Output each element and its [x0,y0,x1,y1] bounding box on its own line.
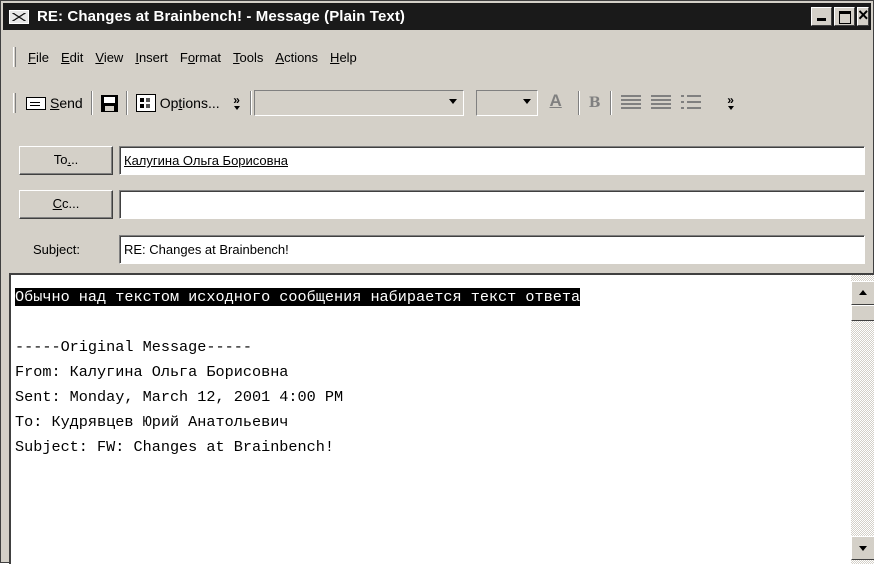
toolbar-separator [609,91,612,115]
align-center-icon[interactable] [650,95,671,111]
chevron-down-icon [233,106,240,110]
envelope-icon [9,9,29,24]
message-body[interactable]: Обычно над текстом исходного сообщения н… [9,273,874,564]
cc-row: Cc... [11,190,113,219]
menu-insert[interactable]: Insert [129,50,174,65]
subject-field[interactable]: RE: Changes at Brainbench! [119,235,865,264]
align-left-icon[interactable] [620,95,641,111]
menu-bar-grip[interactable] [13,47,16,67]
style-combo[interactable] [253,90,464,116]
menu-tools[interactable]: Tools [227,50,269,65]
send-icon [26,96,46,110]
to-button[interactable]: To... [19,146,113,175]
toolbar-separator [249,91,252,115]
window-title: RE: Changes at Brainbench! - Message (Pl… [37,8,406,25]
cc-field[interactable] [119,190,865,219]
window-controls [811,5,869,26]
menu-bar: File Edit View Insert Format Tools Actio… [3,45,363,69]
chevron-more-icon: » [233,93,240,107]
body-line: To: Кудрявцев Юрий Анатольевич [15,413,289,431]
options-button[interactable]: Options... [132,90,224,116]
vertical-scrollbar[interactable] [851,275,874,564]
standard-toolbar: Send Options... » A B » [3,85,871,121]
subject-row: Subject: [11,235,113,264]
options-icon [135,94,156,112]
send-button[interactable]: Send [22,90,87,116]
title-bar[interactable]: RE: Changes at Brainbench! - Message (Pl… [3,3,871,30]
dropdown-arrow-icon [522,99,531,104]
toolbar-separator [125,91,128,115]
maximize-button[interactable] [834,7,855,26]
menu-file[interactable]: File [22,50,55,65]
menu-format[interactable]: Format [174,50,227,65]
dropdown-arrow-icon [448,99,457,104]
to-field[interactable]: Калугина Ольга Борисовна [119,146,865,175]
font-size-combo[interactable] [475,90,538,116]
message-window: RE: Changes at Brainbench! - Message (Pl… [0,0,874,564]
toolbar-more-button[interactable]: » [224,90,250,116]
chevron-more-icon: » [727,93,734,107]
body-line: -----Original Message----- [15,338,252,356]
scroll-thumb[interactable] [851,305,874,321]
toolbar-separator [90,91,93,115]
menu-actions[interactable]: Actions [269,50,324,65]
chevron-down-icon [727,106,734,110]
menu-help[interactable]: Help [324,50,363,65]
minimize-button[interactable] [811,7,832,26]
options-label: Options... [159,95,220,111]
body-line: Subject: FW: Changes at Brainbench! [15,438,334,456]
bold-icon[interactable]: B [584,95,606,111]
message-body-text[interactable]: Обычно над текстом исходного сообщения н… [15,285,581,460]
menu-view[interactable]: View [89,50,129,65]
toolbar-more-button-2[interactable]: » [720,90,742,116]
subject-label: Subject: [33,242,80,257]
scroll-down-button[interactable] [851,536,874,560]
save-button[interactable] [97,90,122,116]
send-label: Send [50,95,83,111]
body-line: Sent: Monday, March 12, 2001 4:00 PM [15,388,344,406]
to-row: To... [11,146,113,175]
font-color-icon[interactable]: A [544,91,568,115]
menu-edit[interactable]: Edit [55,50,89,65]
toolbar-grip[interactable] [13,93,16,113]
close-button[interactable] [857,5,869,26]
body-line: From: Калугина Ольга Борисовна [15,363,289,381]
toolbar-separator [577,91,580,115]
floppy-disk-icon [100,94,118,112]
selected-reply-line[interactable]: Обычно над текстом исходного сообщения н… [15,288,581,306]
scroll-up-button[interactable] [851,281,874,305]
cc-button[interactable]: Cc... [19,190,113,219]
bullets-icon[interactable] [680,95,701,111]
